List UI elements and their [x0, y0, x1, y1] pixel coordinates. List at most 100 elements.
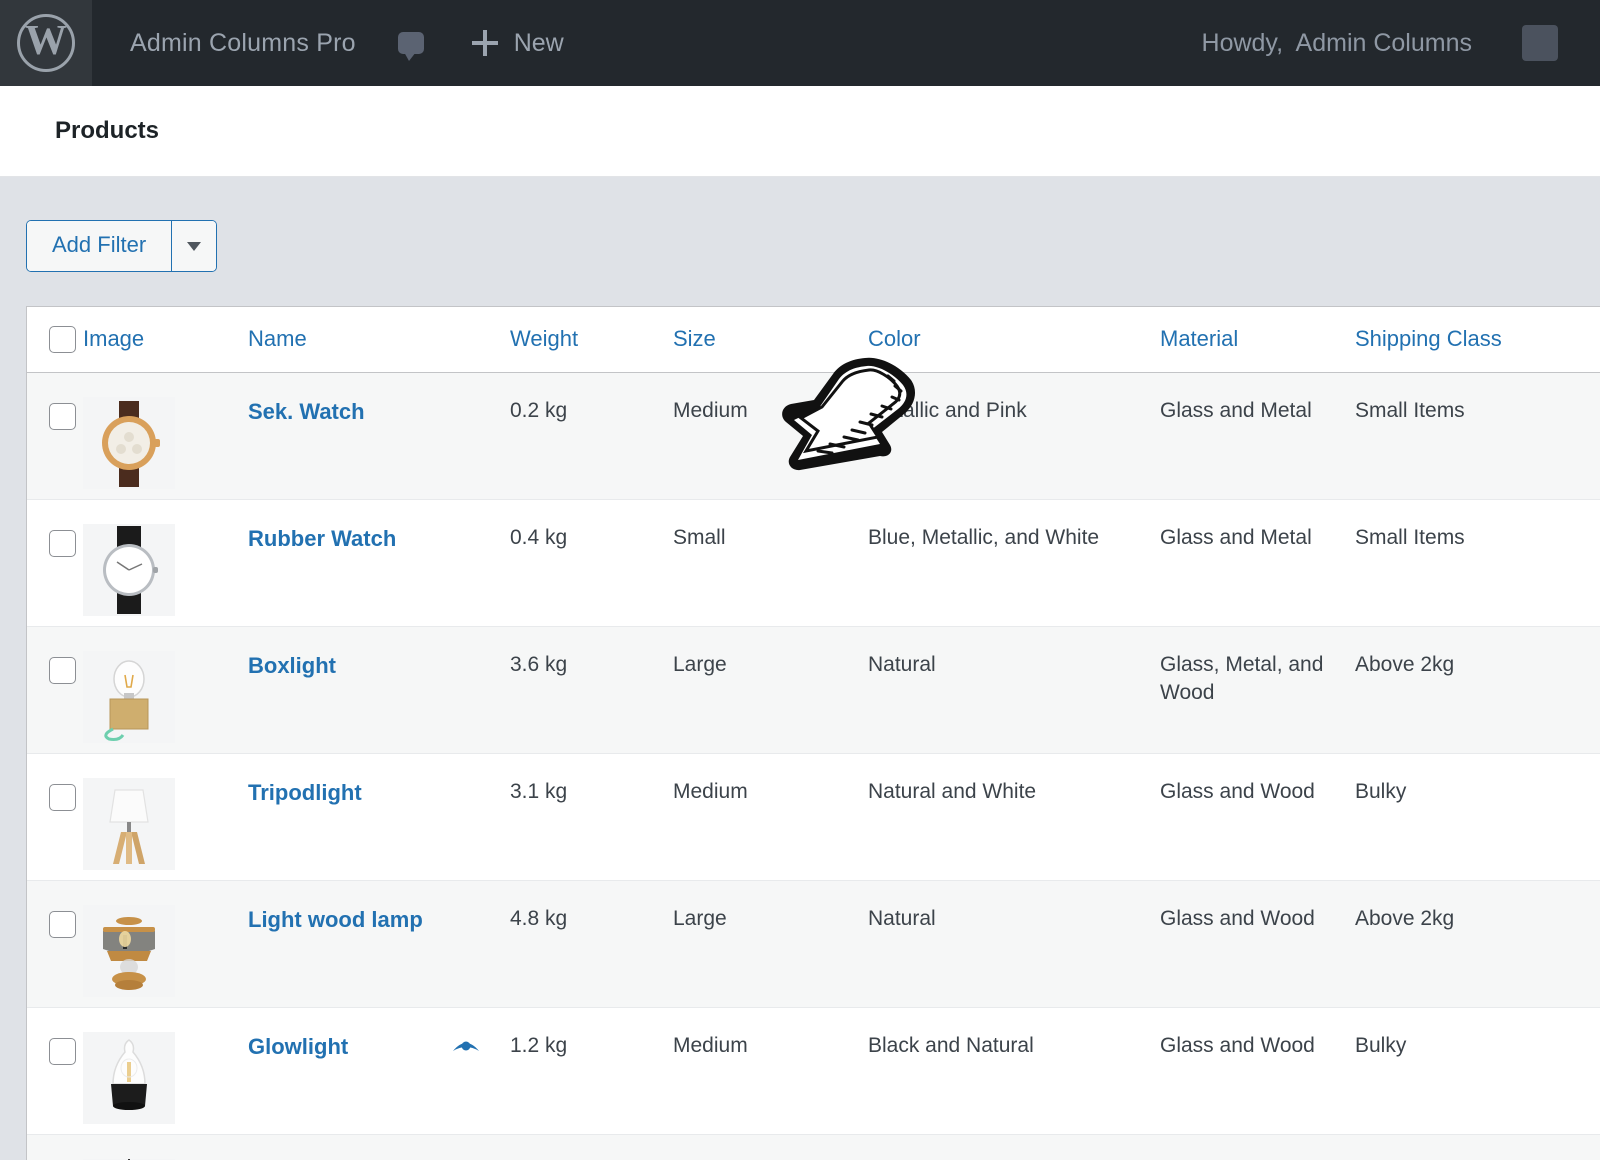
admin-bar-account[interactable]: Howdy, Admin Columns [1202, 25, 1600, 61]
row-checkbox[interactable] [49, 529, 76, 557]
row-color-cell: Metallic and Pink [868, 372, 1160, 500]
row-size-cell: Medium [673, 1007, 868, 1135]
table-header-row: Image Name Weight Size Color Material Sh… [27, 307, 1600, 373]
plus-icon [471, 30, 498, 56]
product-thumb-sek-watch[interactable] [83, 396, 175, 489]
preview-eye-icon[interactable] [452, 1033, 480, 1061]
table-row[interactable]: Glowlight 1.2 kg Medium Black and Natura… [27, 1007, 1600, 1135]
product-name-link[interactable]: Glowlight [248, 1032, 348, 1061]
row-size-cell: Medium [673, 1134, 868, 1160]
content-area: Add Filter Image Name Weight Size Color … [0, 177, 1600, 1160]
row-checkbox[interactable] [49, 910, 76, 938]
product-thumb-rubber-watch[interactable] [83, 523, 175, 616]
row-size-cell: Large [673, 626, 868, 754]
add-filter-button[interactable]: Add Filter [27, 221, 172, 272]
row-image-cell [83, 1134, 248, 1160]
product-thumb-glowlight[interactable] [83, 1031, 175, 1124]
row-weight-cell: 1.2 kg [510, 1007, 673, 1135]
row-material-cell: Glass and Wood [1160, 753, 1355, 881]
row-weight-cell: 0.2 kg [510, 372, 673, 500]
column-header-name[interactable]: Name [248, 307, 510, 373]
row-checkbox[interactable] [49, 1037, 76, 1065]
column-header-color[interactable]: Color [868, 307, 1160, 373]
row-image-cell [83, 753, 248, 881]
row-size-cell: Medium [673, 372, 868, 500]
row-color-cell: Blue, Metallic, and White [868, 499, 1160, 627]
page-title: Products [55, 117, 160, 144]
row-name-cell: Artistic lamp [248, 1134, 510, 1160]
table-row[interactable]: Rubber Watch 0.4 kg Small Blue, Metallic… [27, 499, 1600, 627]
admin-bar-site-name[interactable]: Admin Columns Pro [130, 29, 356, 58]
column-header-weight[interactable]: Weight [510, 307, 673, 373]
product-name-link[interactable]: Boxlight [248, 651, 336, 680]
wordpress-logo-button[interactable]: W [0, 0, 92, 86]
row-name-cell: Light wood lamp [248, 880, 510, 1008]
table-row[interactable]: Tripodlight 3.1 kg Medium Natural and Wh… [27, 753, 1600, 881]
product-name-link[interactable]: Sek. Watch [248, 397, 365, 426]
row-color-cell: Natural [868, 626, 1160, 754]
row-material-cell: Glass and Wood [1160, 1007, 1355, 1135]
product-name-link[interactable]: Tripodlight [248, 778, 362, 807]
column-header-shipping-class[interactable]: Shipping Class [1355, 307, 1600, 373]
row-weight-cell: 3.1 kg [510, 753, 673, 881]
column-header-size[interactable]: Size [673, 307, 868, 373]
admin-bar-comments-button[interactable] [397, 32, 424, 61]
row-name-cell: Tripodlight [248, 753, 510, 881]
admin-bar-new-button[interactable]: New [471, 29, 564, 58]
admin-bar: W Admin Columns Pro New Howdy, Admin Col… [0, 0, 1600, 86]
row-material-cell: Glass and Wood [1160, 880, 1355, 1008]
row-weight-cell: 3.6 kg [510, 626, 673, 754]
product-thumb-boxlight[interactable] [83, 650, 175, 743]
row-image-cell [83, 880, 248, 1008]
table-row[interactable]: Boxlight 3.6 kg Large Natural Glass, Met… [27, 626, 1600, 754]
product-name-link[interactable]: Light wood lamp [248, 905, 423, 934]
row-size-cell: Large [673, 880, 868, 1008]
row-shipping-cell: Small Items [1355, 499, 1600, 627]
products-table: Image Name Weight Size Color Material Sh… [27, 307, 1600, 1160]
row-checkbox[interactable] [49, 656, 76, 684]
avatar [1522, 25, 1558, 61]
row-weight-cell: 5.6 kg [510, 1134, 673, 1160]
table-row[interactable]: Sek. Watch 0.2 kg Medium Metallic and Pi… [27, 372, 1600, 500]
product-thumb-tripodlight[interactable] [83, 777, 175, 870]
row-shipping-cell: Bulky [1355, 753, 1600, 881]
chevron-down-icon [187, 241, 202, 251]
row-select-cell [27, 880, 83, 1008]
row-shipping-cell: Above 2kg [1355, 626, 1600, 754]
row-name-cell: Rubber Watch [248, 499, 510, 627]
row-material-cell: Glass [1160, 1134, 1355, 1160]
add-filter-dropdown-button[interactable] [171, 221, 217, 272]
product-name-link[interactable]: Rubber Watch [248, 524, 396, 553]
products-table-wrapper: Image Name Weight Size Color Material Sh… [26, 306, 1600, 1160]
row-select-cell [27, 626, 83, 754]
row-material-cell: Glass and Metal [1160, 372, 1355, 500]
select-all-checkbox[interactable] [49, 325, 76, 353]
row-select-cell [27, 372, 83, 500]
row-weight-cell: 4.8 kg [510, 880, 673, 1008]
row-color-cell: Natural and White [868, 753, 1160, 881]
row-size-cell: Small [673, 499, 868, 627]
row-image-cell [83, 372, 248, 500]
row-shipping-cell: Bulky [1355, 1007, 1600, 1135]
table-row[interactable]: Artistic lamp 5.6 kg Medium Blue, Gray, … [27, 1134, 1600, 1160]
column-header-material[interactable]: Material [1160, 307, 1355, 373]
row-checkbox[interactable] [49, 402, 76, 430]
table-header: Image Name Weight Size Color Material Sh… [27, 307, 1600, 373]
row-select-cell [27, 499, 83, 627]
row-color-cell: Natural [868, 880, 1160, 1008]
row-checkbox[interactable] [49, 783, 76, 811]
row-size-cell: Medium [673, 753, 868, 881]
row-name-cell: Sek. Watch [248, 372, 510, 500]
wordpress-logo-icon: W [17, 14, 75, 72]
row-name-cell: Glowlight [248, 1007, 510, 1135]
table-row[interactable]: Light wood lamp 4.8 kg Large Natural Gla… [27, 880, 1600, 1008]
row-select-cell [27, 1134, 83, 1160]
product-thumb-light-wood-lamp[interactable] [83, 904, 175, 997]
row-image-cell [83, 1007, 248, 1135]
row-shipping-cell: Small Items [1355, 372, 1600, 500]
table-body: Sek. Watch 0.2 kg Medium Metallic and Pi… [27, 372, 1600, 1160]
add-filter-button-group: Add Filter [26, 220, 218, 273]
select-all-cell [27, 307, 83, 373]
row-image-cell [83, 499, 248, 627]
column-header-image[interactable]: Image [83, 307, 248, 373]
